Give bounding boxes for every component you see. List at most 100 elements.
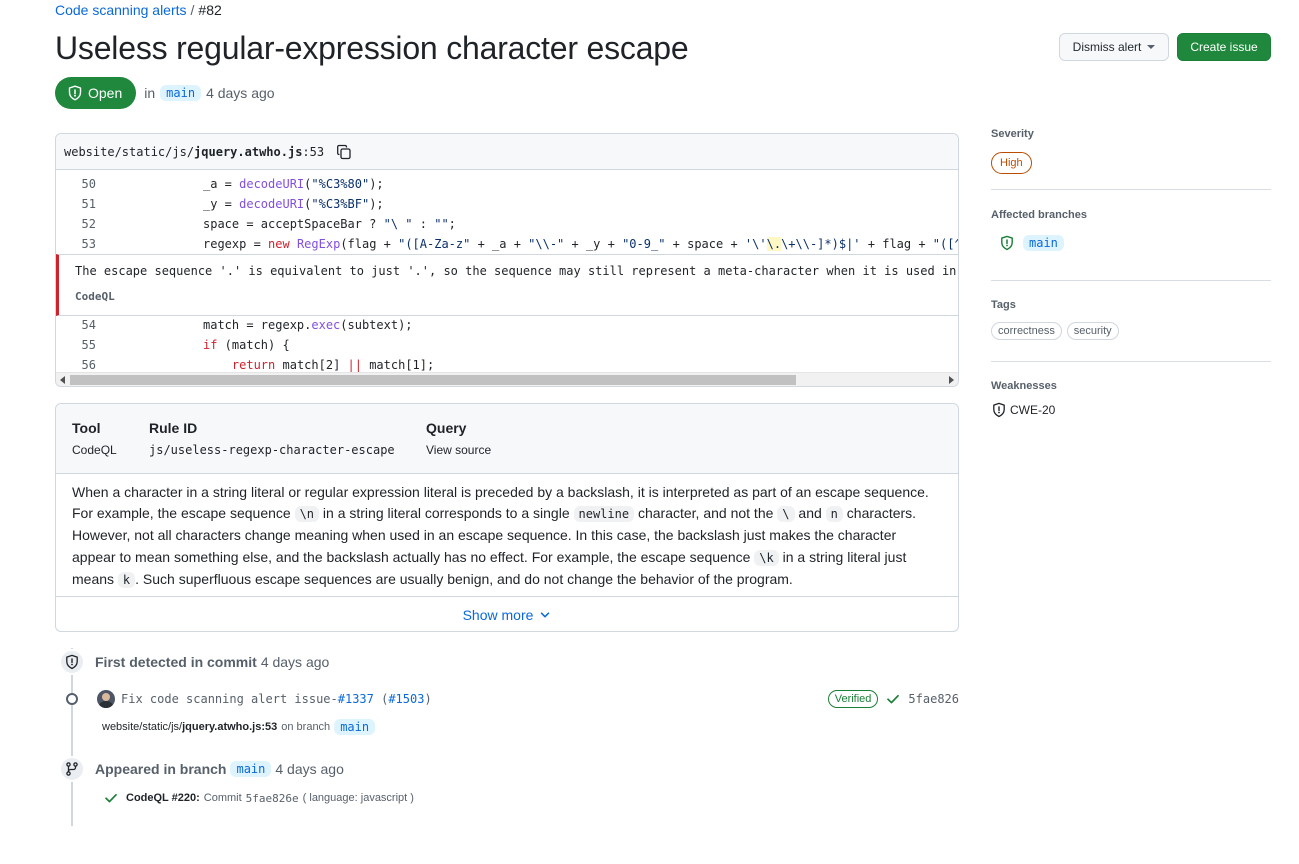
rule-info-header: Tool CodeQL Rule ID js/useless-regexp-ch… (56, 404, 958, 474)
create-issue-button[interactable]: Create issue (1177, 33, 1271, 61)
shield-alert-icon (66, 654, 78, 670)
desc-text: means (72, 570, 118, 587)
desc-line: For example, the escape sequence \n in a… (72, 503, 942, 525)
commit-path-file: jquery.atwho.js:53 (182, 721, 278, 733)
show-more-label: Show more (462, 606, 534, 623)
line-code: match = regexp.exec(subtext); (203, 318, 413, 332)
shield-icon (993, 402, 1005, 418)
line-number: 53 (81, 237, 96, 251)
show-more-button[interactable]: Show more (56, 596, 958, 631)
analysis-language: ( language: javascript ) (302, 792, 414, 804)
desc-text: appear to mean something else, and the b… (72, 548, 755, 565)
desc-line: When a character in a string literal or … (72, 484, 929, 500)
query-header: Query (426, 420, 467, 436)
line-code: _a = decodeURI("%C3%80"); (203, 177, 384, 191)
caret-down-icon (1147, 45, 1156, 49)
appeared-label: Appeared in branch (95, 761, 227, 777)
desc-line: appear to mean something else, and the b… (72, 547, 942, 569)
commit-message[interactable]: Fix code scanning alert issue-#1337 (#15… (121, 692, 432, 706)
code-lines: 50 _a = decodeURI("%C3%80"); 51 _y = decod… (56, 174, 958, 375)
tags-header: Tags (991, 299, 1016, 311)
on-branch-text: on branch (281, 721, 331, 733)
alert-state-line: Open in main 4 days ago (55, 77, 275, 109)
tag-correctness[interactable]: correctness (991, 322, 1062, 340)
analysis-sha[interactable]: 5fae826e (246, 792, 299, 805)
issue-link[interactable]: #1337 (338, 692, 374, 706)
scroll-right-arrow-icon[interactable] (949, 376, 954, 384)
line-number: 56 (81, 358, 96, 372)
copy-icon[interactable] (336, 144, 352, 160)
state-in-text: in (144, 85, 156, 101)
code-line: 52 space = acceptSpaceBar ? "\ " : ""; (56, 214, 958, 234)
status-badge-label: Open (88, 85, 123, 101)
desc-line: However, not all characters change meani… (72, 527, 897, 544)
breadcrumb-separator: / (190, 2, 195, 18)
first-detected-label: First detected in commit (95, 654, 257, 670)
view-source-link[interactable]: View source (426, 443, 491, 457)
appeared-branch-chip[interactable]: main (230, 761, 272, 777)
avatar[interactable] (97, 690, 115, 708)
desc-text: character, and not the (634, 505, 778, 522)
desc-text: and (794, 505, 826, 522)
sidebar-divider (991, 280, 1271, 281)
sidebar-divider (991, 189, 1271, 190)
breadcrumb: Code scanning alerts / #82 (55, 2, 222, 18)
dismiss-alert-button[interactable]: Dismiss alert (1059, 33, 1169, 61)
line-code: return match[2] || match[1]; (231, 358, 435, 372)
tool-value: CodeQL (72, 443, 117, 457)
verified-badge[interactable]: Verified (827, 690, 879, 708)
check-icon (105, 793, 117, 803)
inline-code: \k (754, 549, 779, 566)
tool-header: Tool (72, 420, 101, 436)
tags-list: correctness security (991, 321, 1271, 340)
scrollbar-thumb[interactable] (70, 375, 796, 385)
line-number: 51 (81, 197, 96, 211)
line-number: 52 (81, 217, 96, 231)
severity-header: Severity (991, 128, 1034, 140)
git-branch-icon (66, 762, 78, 776)
line-code: if (match) { (203, 338, 290, 352)
pull-request-link[interactable]: #1503 (388, 692, 424, 706)
rule-id-value: js/useless-regexp-character-escape (149, 443, 395, 457)
status-badge-open: Open (55, 77, 137, 109)
alert-message-panel: The escape sequence '.' is equivalent to… (56, 254, 958, 316)
rule-description: When a character in a string literal or … (56, 474, 958, 596)
first-detected-age: 4 days ago (260, 654, 330, 670)
tag-security[interactable]: security (1066, 322, 1119, 340)
first-detected-title: First detected in commit 4 days ago (95, 654, 329, 670)
breadcrumb-link-code-scanning-alerts[interactable]: Code scanning alerts (55, 2, 187, 18)
chevron-down-icon (541, 611, 550, 617)
pr-close-paren: ) (424, 692, 432, 706)
code-line: 55 if (match) { (56, 335, 958, 355)
horizontal-scrollbar[interactable] (56, 372, 958, 386)
weakness-item[interactable]: CWE-20 (991, 402, 1271, 418)
severity-section: Severity High (991, 128, 1271, 174)
inline-code: newline (573, 506, 635, 523)
timeline-badge-detected (59, 649, 85, 675)
weakness-label: CWE-20 (1010, 403, 1056, 417)
analysis-name[interactable]: CodeQL #220: (126, 792, 200, 804)
commit-location: website/static/js/jquery.atwho.js:53 on … (102, 719, 376, 735)
alert-message: The escape sequence '.' is equivalent to… (75, 264, 957, 278)
affected-branch-chip[interactable]: main (1023, 235, 1064, 251)
code-line: 51 _y = decodeURI("%C3%BF"); (56, 194, 958, 214)
line-code: _y = decodeURI("%C3%BF"); (203, 197, 384, 211)
tool-column: Tool CodeQL (72, 420, 117, 457)
branch-chip[interactable]: main (160, 85, 202, 101)
commit-location-path[interactable]: website/static/js/jquery.atwho.js:53 (102, 721, 277, 733)
affected-branches-section: Affected branches main (991, 209, 1271, 251)
pr-open-paren: ( (373, 692, 389, 706)
inline-code: k (117, 571, 136, 588)
desc-text: For example, the escape sequence (72, 505, 295, 522)
rule-id-column: Rule ID js/useless-regexp-character-esca… (149, 420, 395, 457)
alert-tool: CodeQL (75, 290, 115, 303)
commit-sha[interactable]: 5fae826 (908, 692, 959, 706)
commit-branch-chip[interactable]: main (334, 719, 376, 735)
code-line: 54 match = regexp.exec(subtext); (56, 315, 958, 335)
scroll-left-arrow-icon[interactable] (60, 376, 65, 384)
affected-branches-header: Affected branches (991, 209, 1087, 221)
line-number: 50 (81, 177, 96, 191)
appeared-age: 4 days ago (275, 761, 344, 777)
analysis-commit-text: Commit (203, 792, 242, 804)
commit-status: Verified 5fae826 (827, 690, 959, 708)
